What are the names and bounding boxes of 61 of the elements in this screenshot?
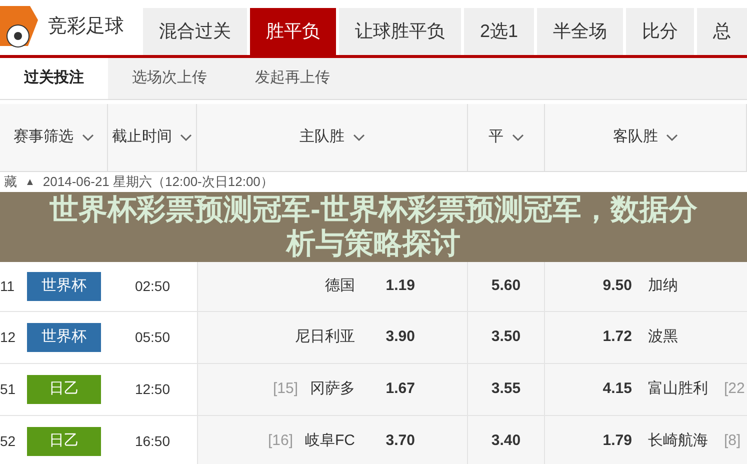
team-rank: [22	[724, 379, 745, 400]
column-header[interactable]: 客队胜	[545, 104, 747, 171]
match-date: 2014-06-21 星期六（12:00-次日12:00）	[42, 173, 274, 192]
tab[interactable]: 半全场	[537, 8, 623, 55]
match-number: 11	[0, 277, 16, 296]
home-team: 冈萨多	[310, 379, 355, 400]
chevron-down-icon	[180, 134, 192, 142]
odds-value[interactable]: 3.55	[491, 378, 521, 401]
odds-value[interactable]: 1.67	[367, 378, 415, 401]
column-header[interactable]: 主队胜	[197, 104, 468, 171]
odds-value[interactable]: 3.40	[491, 430, 521, 453]
odds-value[interactable]: 1.72	[590, 326, 632, 349]
deadline-time: 16:50	[134, 432, 170, 451]
column-header[interactable]: 平	[468, 104, 545, 171]
league-badge: 世界杯	[27, 272, 101, 301]
home-team: 尼日利亚	[295, 327, 355, 348]
logo-title: 竞彩足球	[48, 15, 124, 40]
home-team: 岐阜FC	[305, 431, 355, 452]
team-rank: [8]	[724, 431, 741, 452]
odds-value[interactable]: 3.90	[367, 326, 415, 349]
tab[interactable]: 总	[697, 8, 747, 55]
away-team: 长崎航海	[648, 431, 708, 452]
tab[interactable]: 比分	[626, 8, 694, 55]
match-number: 52	[0, 432, 17, 451]
chevron-down-icon	[352, 134, 364, 142]
chevron-down-icon	[82, 134, 94, 142]
sub-tab[interactable]: 发起再上传	[231, 58, 354, 99]
column-header[interactable]: 截止时间	[108, 104, 197, 171]
league-badge: 日乙	[27, 427, 101, 456]
away-team: 加纳	[648, 276, 678, 296]
match-number: 51	[0, 380, 17, 399]
odds-value[interactable]: 4.15	[590, 378, 632, 401]
away-team: 波黑	[648, 327, 678, 348]
sub-tab[interactable]: 选场次上传	[108, 58, 231, 99]
team-rank: [16]	[268, 431, 293, 452]
odds-value[interactable]: 5.60	[491, 275, 521, 298]
tab[interactable]: 胜平负	[250, 8, 336, 55]
column-header[interactable]: 赛事筛选	[0, 104, 108, 171]
match-number: 12	[0, 328, 17, 347]
team-rank: [15]	[272, 379, 298, 400]
chevron-down-icon	[666, 134, 678, 142]
tab[interactable]: 2选1	[464, 8, 534, 55]
banner-title: 世界杯彩票预测冠军-世界杯彩票预测冠军，数据分析与策略探讨	[48, 193, 698, 261]
league-badge: 日乙	[27, 375, 101, 404]
deadline-time: 12:50	[134, 380, 170, 399]
deadline-time: 05:50	[134, 328, 170, 347]
tab[interactable]: 混合过关	[142, 8, 247, 55]
toggle-label[interactable]: 藏	[4, 172, 17, 192]
home-team: 德国	[325, 276, 355, 296]
odds-value[interactable]: 9.50	[590, 275, 632, 298]
odds-value[interactable]: 1.19	[367, 275, 415, 298]
odds-value[interactable]: 3.50	[491, 326, 521, 349]
odds-value[interactable]: 1.79	[590, 430, 632, 453]
sub-tab[interactable]: 过关投注	[0, 58, 108, 99]
chevron-down-icon	[512, 134, 524, 142]
odds-value[interactable]: 3.70	[367, 430, 415, 453]
deadline-time: 02:50	[134, 277, 170, 296]
tab[interactable]: 让球胜平负	[338, 8, 461, 55]
away-team: 富山胜利	[648, 379, 708, 400]
league-badge: 世界杯	[27, 323, 101, 352]
collapse-arrow[interactable]: ▲	[25, 174, 35, 190]
